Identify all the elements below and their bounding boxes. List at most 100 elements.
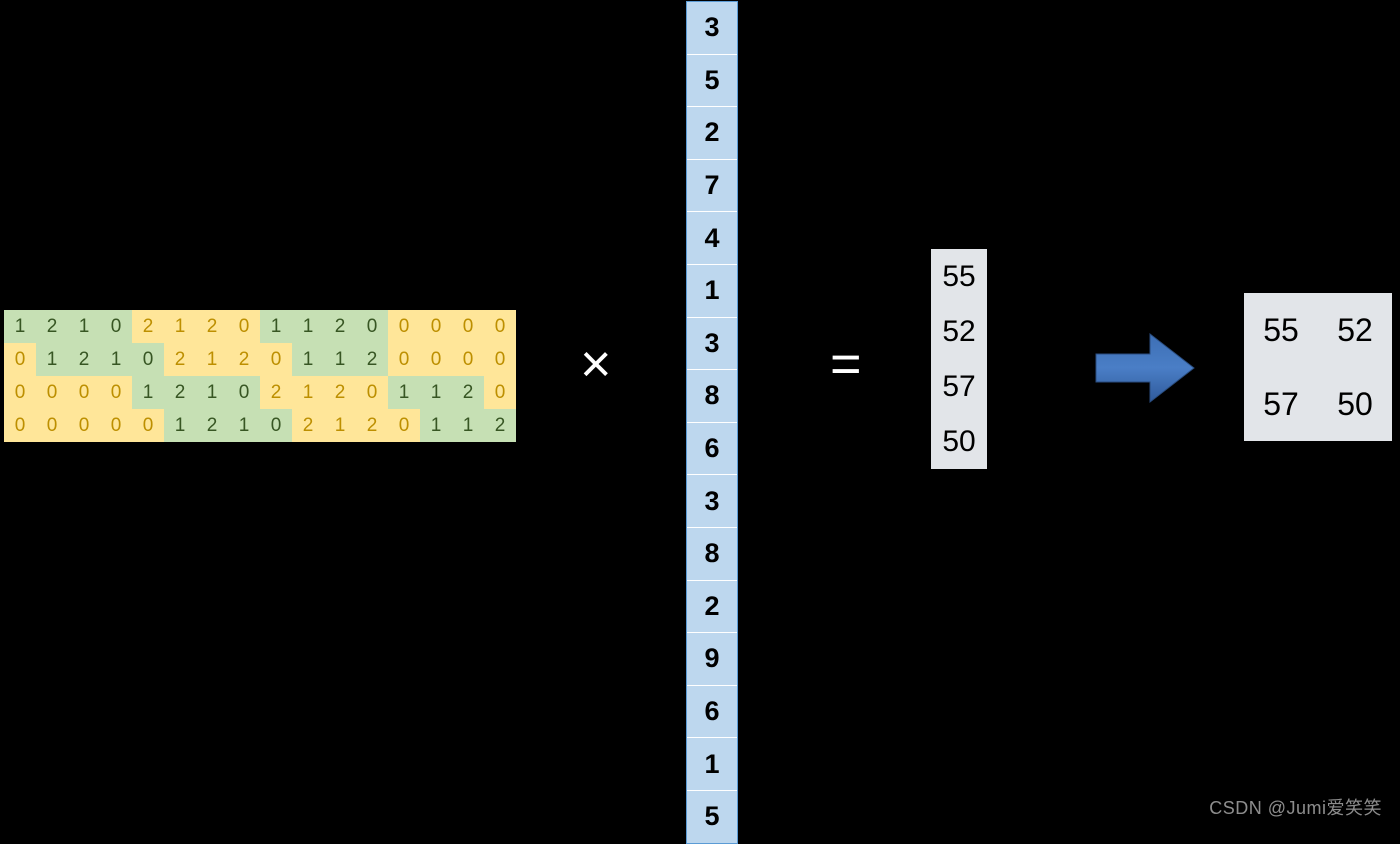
output-cell: 57	[1244, 367, 1318, 441]
equals-symbol: =	[830, 333, 862, 395]
matrix-cell: 0	[36, 409, 68, 442]
matrix-cell: 2	[292, 409, 324, 442]
matrix-cell: 0	[4, 343, 36, 376]
column-cell: 1	[687, 738, 737, 791]
matrix-row: 1210212011200000	[4, 310, 516, 343]
matrix-cell: 2	[356, 409, 388, 442]
output-row: 5552	[1244, 293, 1392, 367]
matrix-cell: 2	[452, 376, 484, 409]
column-cell: 5	[687, 55, 737, 108]
output-row: 5750	[1244, 367, 1392, 441]
matrix-cell: 0	[260, 343, 292, 376]
matrix-row: 0121021201120000	[4, 343, 516, 376]
column-cell: 6	[687, 423, 737, 476]
matrix-cell: 0	[484, 310, 516, 343]
column-cell: 8	[687, 528, 737, 581]
input-column-vector: 3527413863829615	[686, 1, 738, 844]
column-cell: 3	[687, 318, 737, 371]
column-cell: 4	[687, 212, 737, 265]
matrix-cell: 1	[260, 310, 292, 343]
matrix-cell: 2	[228, 343, 260, 376]
matrix-cell: 0	[452, 310, 484, 343]
matrix-cell: 1	[196, 376, 228, 409]
matrix-cell: 1	[68, 310, 100, 343]
matrix-cell: 2	[164, 343, 196, 376]
matrix-cell: 1	[292, 310, 324, 343]
matrix-cell: 0	[100, 376, 132, 409]
times-symbol: ×	[580, 333, 612, 395]
matrix-cell: 1	[228, 409, 260, 442]
matrix-cell: 1	[164, 409, 196, 442]
matrix-cell: 0	[452, 343, 484, 376]
result-cell: 52	[931, 304, 987, 359]
matrix-row: 0000121021201120	[4, 376, 516, 409]
matrix-cell: 2	[164, 376, 196, 409]
matrix-cell: 1	[324, 343, 356, 376]
result-cell: 55	[931, 249, 987, 304]
matrix-cell: 0	[420, 343, 452, 376]
matrix-cell: 0	[420, 310, 452, 343]
reshape-arrow-icon	[1090, 328, 1200, 408]
output-matrix: 55525750	[1243, 292, 1393, 442]
matrix-cell: 2	[132, 310, 164, 343]
matrix-row: 0000012102120112	[4, 409, 516, 442]
matrix-cell: 0	[4, 376, 36, 409]
matrix-cell: 0	[68, 409, 100, 442]
matrix-cell: 0	[132, 343, 164, 376]
column-cell: 2	[687, 581, 737, 634]
matrix-cell: 0	[484, 376, 516, 409]
matrix-cell: 2	[324, 376, 356, 409]
column-cell: 5	[687, 791, 737, 843]
matrix-cell: 0	[388, 409, 420, 442]
matrix-cell: 1	[4, 310, 36, 343]
matrix-cell: 1	[100, 343, 132, 376]
output-cell: 52	[1318, 293, 1392, 367]
matrix-cell: 2	[68, 343, 100, 376]
matrix-cell: 0	[228, 376, 260, 409]
matrix-cell: 2	[36, 310, 68, 343]
matrix-cell: 0	[484, 343, 516, 376]
matrix-cell: 2	[484, 409, 516, 442]
matrix-cell: 0	[132, 409, 164, 442]
matrix-cell: 2	[260, 376, 292, 409]
output-cell: 55	[1244, 293, 1318, 367]
matrix-cell: 1	[292, 376, 324, 409]
matrix-cell: 0	[100, 310, 132, 343]
matrix-cell: 0	[100, 409, 132, 442]
result-cell: 57	[931, 359, 987, 414]
result-column-vector: 55525750	[930, 248, 988, 470]
matrix-cell: 1	[292, 343, 324, 376]
matrix-cell: 1	[420, 409, 452, 442]
matrix-cell: 1	[196, 343, 228, 376]
column-cell: 6	[687, 686, 737, 739]
matrix-cell: 1	[36, 343, 68, 376]
column-cell: 7	[687, 160, 737, 213]
matrix-cell: 1	[420, 376, 452, 409]
matrix-cell: 2	[196, 310, 228, 343]
matrix-cell: 2	[356, 343, 388, 376]
matrix-cell: 2	[196, 409, 228, 442]
matrix-cell: 0	[4, 409, 36, 442]
matrix-cell: 0	[356, 310, 388, 343]
matrix-cell: 0	[388, 343, 420, 376]
toeplitz-matrix: 1210212011200000012102120112000000001210…	[4, 310, 516, 442]
matrix-cell: 1	[324, 409, 356, 442]
column-cell: 3	[687, 475, 737, 528]
matrix-cell: 0	[260, 409, 292, 442]
matrix-cell: 1	[164, 310, 196, 343]
column-cell: 3	[687, 2, 737, 55]
matrix-cell: 0	[388, 310, 420, 343]
matrix-cell: 1	[452, 409, 484, 442]
column-cell: 1	[687, 265, 737, 318]
watermark-text: CSDN @Jumi爱笑笑	[1209, 794, 1382, 820]
column-cell: 2	[687, 107, 737, 160]
matrix-cell: 0	[68, 376, 100, 409]
matrix-cell: 0	[36, 376, 68, 409]
matrix-cell: 0	[228, 310, 260, 343]
result-cell: 50	[931, 414, 987, 469]
matrix-cell: 2	[324, 310, 356, 343]
column-cell: 8	[687, 370, 737, 423]
matrix-cell: 0	[356, 376, 388, 409]
matrix-cell: 1	[388, 376, 420, 409]
column-cell: 9	[687, 633, 737, 686]
